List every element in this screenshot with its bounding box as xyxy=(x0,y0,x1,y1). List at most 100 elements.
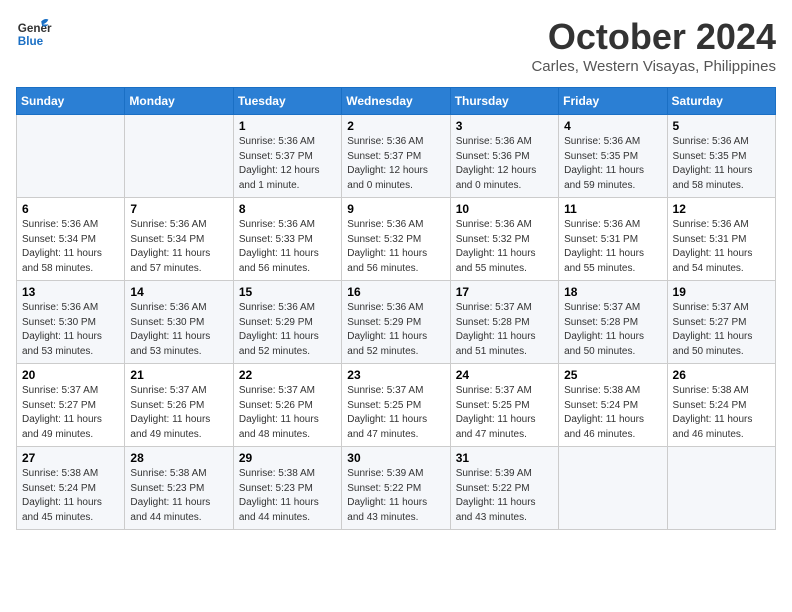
day-number: 28 xyxy=(130,451,227,465)
day-info: Sunrise: 5:36 AMSunset: 5:37 PMDaylight:… xyxy=(347,135,444,193)
calendar-cell xyxy=(559,447,667,530)
title-block: October 2024 Carles, Western Visayas, Ph… xyxy=(531,16,776,75)
day-info: Sunrise: 5:39 AMSunset: 5:22 PMDaylight:… xyxy=(456,467,553,525)
day-number: 30 xyxy=(347,451,444,465)
calendar-cell: 23 Sunrise: 5:37 AMSunset: 5:25 PMDayligh… xyxy=(342,364,450,447)
day-info: Sunrise: 5:36 AMSunset: 5:32 PMDaylight:… xyxy=(347,218,444,276)
calendar-cell: 6 Sunrise: 5:36 AMSunset: 5:34 PMDaylight… xyxy=(17,198,125,281)
day-info: Sunrise: 5:38 AMSunset: 5:24 PMDaylight:… xyxy=(564,384,661,442)
day-number: 11 xyxy=(564,202,661,216)
day-info: Sunrise: 5:37 AMSunset: 5:25 PMDaylight:… xyxy=(347,384,444,442)
calendar-cell: 20 Sunrise: 5:37 AMSunset: 5:27 PMDayligh… xyxy=(17,364,125,447)
day-number: 13 xyxy=(22,285,119,299)
calendar-cell: 5 Sunrise: 5:36 AMSunset: 5:35 PMDaylight… xyxy=(667,115,775,198)
calendar-cell: 29 Sunrise: 5:38 AMSunset: 5:23 PMDayligh… xyxy=(233,447,341,530)
day-number: 31 xyxy=(456,451,553,465)
calendar-cell: 10 Sunrise: 5:36 AMSunset: 5:32 PMDayligh… xyxy=(450,198,558,281)
day-info: Sunrise: 5:36 AMSunset: 5:30 PMDaylight:… xyxy=(22,301,119,359)
weekday-header: Saturday xyxy=(667,88,775,115)
day-info: Sunrise: 5:38 AMSunset: 5:24 PMDaylight:… xyxy=(22,467,119,525)
weekday-header: Monday xyxy=(125,88,233,115)
day-info: Sunrise: 5:36 AMSunset: 5:34 PMDaylight:… xyxy=(130,218,227,276)
page-title: October 2024 xyxy=(531,16,776,58)
day-number: 25 xyxy=(564,368,661,382)
day-number: 26 xyxy=(673,368,770,382)
day-number: 1 xyxy=(239,119,336,133)
calendar-cell: 27 Sunrise: 5:38 AMSunset: 5:24 PMDayligh… xyxy=(17,447,125,530)
calendar-cell: 11 Sunrise: 5:36 AMSunset: 5:31 PMDayligh… xyxy=(559,198,667,281)
calendar-cell: 24 Sunrise: 5:37 AMSunset: 5:25 PMDayligh… xyxy=(450,364,558,447)
day-number: 8 xyxy=(239,202,336,216)
page-subtitle: Carles, Western Visayas, Philippines xyxy=(531,58,776,75)
page-header: General Blue October 2024 Carles, Wester… xyxy=(16,16,776,75)
day-number: 24 xyxy=(456,368,553,382)
calendar-cell: 3Sunrise: 5:36 AMSunset: 5:36 PMDaylight… xyxy=(450,115,558,198)
calendar-cell: 8Sunrise: 5:36 AMSunset: 5:33 PMDaylight… xyxy=(233,198,341,281)
day-info: Sunrise: 5:36 AMSunset: 5:29 PMDaylight:… xyxy=(347,301,444,359)
calendar-cell: 16 Sunrise: 5:36 AMSunset: 5:29 PMDayligh… xyxy=(342,281,450,364)
day-info: Sunrise: 5:36 AMSunset: 5:36 PMDaylight:… xyxy=(456,135,553,193)
day-info: Sunrise: 5:37 AMSunset: 5:27 PMDaylight:… xyxy=(22,384,119,442)
day-info: Sunrise: 5:37 AMSunset: 5:25 PMDaylight:… xyxy=(456,384,553,442)
calendar-cell: 1Sunrise: 5:36 AMSunset: 5:37 PMDaylight… xyxy=(233,115,341,198)
day-number: 17 xyxy=(456,285,553,299)
day-info: Sunrise: 5:38 AMSunset: 5:23 PMDaylight:… xyxy=(239,467,336,525)
calendar-cell: 21 Sunrise: 5:37 AMSunset: 5:26 PMDayligh… xyxy=(125,364,233,447)
day-number: 20 xyxy=(22,368,119,382)
weekday-header: Friday xyxy=(559,88,667,115)
day-info: Sunrise: 5:37 AMSunset: 5:27 PMDaylight:… xyxy=(673,301,770,359)
day-number: 15 xyxy=(239,285,336,299)
calendar-cell: 30 Sunrise: 5:39 AMSunset: 5:22 PMDayligh… xyxy=(342,447,450,530)
day-info: Sunrise: 5:36 AMSunset: 5:30 PMDaylight:… xyxy=(130,301,227,359)
day-info: Sunrise: 5:37 AMSunset: 5:28 PMDaylight:… xyxy=(456,301,553,359)
svg-text:Blue: Blue xyxy=(18,35,44,48)
calendar-cell: 9 Sunrise: 5:36 AMSunset: 5:32 PMDaylight… xyxy=(342,198,450,281)
calendar-cell xyxy=(17,115,125,198)
day-number: 23 xyxy=(347,368,444,382)
day-number: 18 xyxy=(564,285,661,299)
day-number: 14 xyxy=(130,285,227,299)
day-info: Sunrise: 5:36 AMSunset: 5:35 PMDaylight:… xyxy=(673,135,770,193)
weekday-header: Sunday xyxy=(17,88,125,115)
day-number: 4 xyxy=(564,119,661,133)
day-info: Sunrise: 5:36 AMSunset: 5:31 PMDaylight:… xyxy=(673,218,770,276)
calendar-cell: 4Sunrise: 5:36 AMSunset: 5:35 PMDaylight… xyxy=(559,115,667,198)
calendar-cell: 12 Sunrise: 5:36 AMSunset: 5:31 PMDayligh… xyxy=(667,198,775,281)
weekday-header: Thursday xyxy=(450,88,558,115)
day-info: Sunrise: 5:38 AMSunset: 5:24 PMDaylight:… xyxy=(673,384,770,442)
calendar-cell: 25 Sunrise: 5:38 AMSunset: 5:24 PMDayligh… xyxy=(559,364,667,447)
day-number: 5 xyxy=(673,119,770,133)
day-number: 10 xyxy=(456,202,553,216)
day-info: Sunrise: 5:36 AMSunset: 5:34 PMDaylight:… xyxy=(22,218,119,276)
day-number: 29 xyxy=(239,451,336,465)
day-number: 27 xyxy=(22,451,119,465)
day-info: Sunrise: 5:39 AMSunset: 5:22 PMDaylight:… xyxy=(347,467,444,525)
logo: General Blue xyxy=(16,16,52,57)
day-info: Sunrise: 5:37 AMSunset: 5:26 PMDaylight:… xyxy=(130,384,227,442)
day-number: 9 xyxy=(347,202,444,216)
day-number: 21 xyxy=(130,368,227,382)
day-info: Sunrise: 5:36 AMSunset: 5:32 PMDaylight:… xyxy=(456,218,553,276)
day-info: Sunrise: 5:38 AMSunset: 5:23 PMDaylight:… xyxy=(130,467,227,525)
calendar-cell: 13 Sunrise: 5:36 AMSunset: 5:30 PMDayligh… xyxy=(17,281,125,364)
day-info: Sunrise: 5:37 AMSunset: 5:28 PMDaylight:… xyxy=(564,301,661,359)
calendar-cell: 14 Sunrise: 5:36 AMSunset: 5:30 PMDayligh… xyxy=(125,281,233,364)
calendar-cell xyxy=(667,447,775,530)
day-number: 2 xyxy=(347,119,444,133)
calendar-cell: 17 Sunrise: 5:37 AMSunset: 5:28 PMDayligh… xyxy=(450,281,558,364)
calendar-cell: 26 Sunrise: 5:38 AMSunset: 5:24 PMDayligh… xyxy=(667,364,775,447)
day-number: 6 xyxy=(22,202,119,216)
calendar-cell: 22Sunrise: 5:37 AMSunset: 5:26 PMDayligh… xyxy=(233,364,341,447)
calendar-cell: 28 Sunrise: 5:38 AMSunset: 5:23 PMDayligh… xyxy=(125,447,233,530)
calendar-cell: 18 Sunrise: 5:37 AMSunset: 5:28 PMDayligh… xyxy=(559,281,667,364)
day-number: 7 xyxy=(130,202,227,216)
svg-text:General: General xyxy=(18,22,52,35)
calendar-cell: 2 Sunrise: 5:36 AMSunset: 5:37 PMDaylight… xyxy=(342,115,450,198)
logo-icon: General Blue xyxy=(16,16,52,57)
calendar-cell: 31 Sunrise: 5:39 AMSunset: 5:22 PMDayligh… xyxy=(450,447,558,530)
calendar-cell: 19Sunrise: 5:37 AMSunset: 5:27 PMDayligh… xyxy=(667,281,775,364)
day-info: Sunrise: 5:36 AMSunset: 5:31 PMDaylight:… xyxy=(564,218,661,276)
calendar-header: SundayMondayTuesdayWednesdayThursdayFrid… xyxy=(17,88,776,115)
day-number: 16 xyxy=(347,285,444,299)
day-number: 12 xyxy=(673,202,770,216)
